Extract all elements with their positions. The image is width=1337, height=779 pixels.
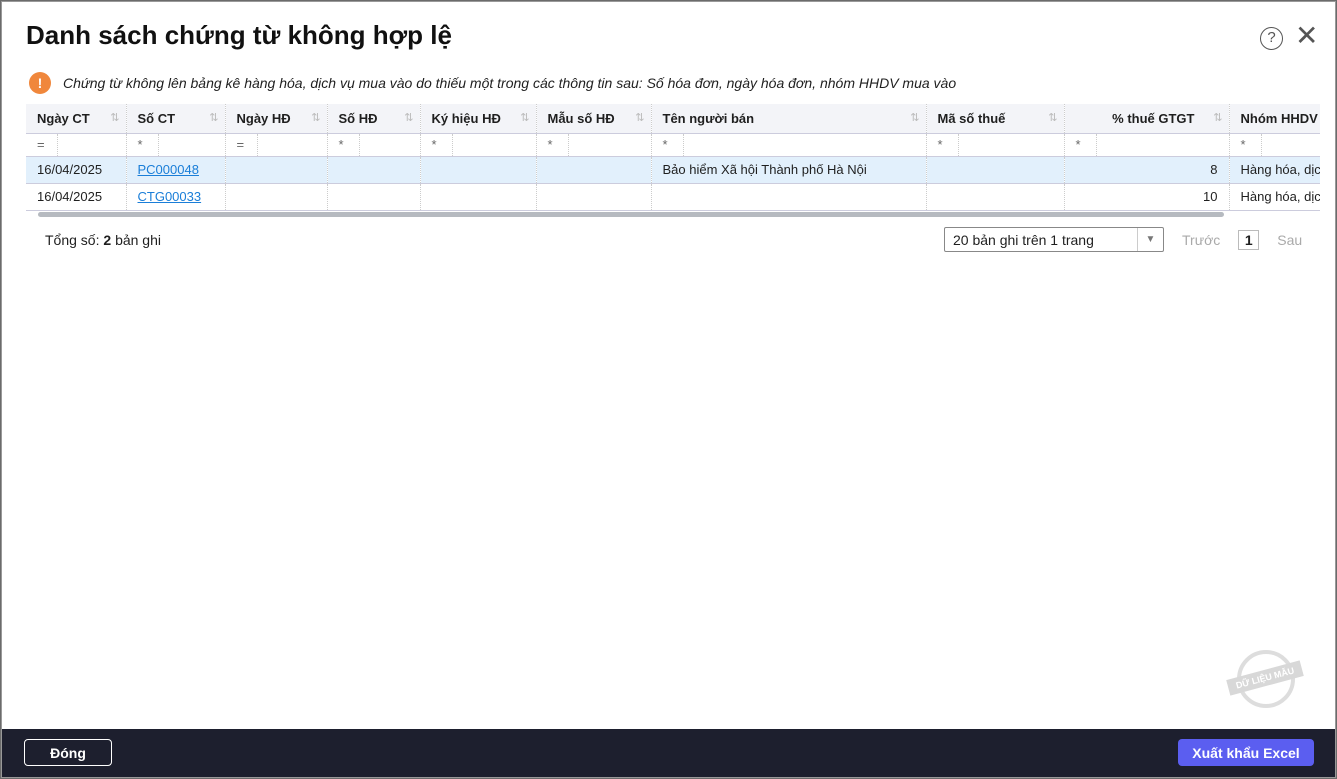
cell-nhom: Hàng hóa, dịch vụ (1229, 183, 1320, 211)
invalid-documents-dialog: Danh sách chứng từ không hợp lệ ? ✕ ! Chứ… (1, 1, 1336, 778)
column-header-so-ct[interactable]: Số CT ⇅ (126, 104, 226, 134)
export-excel-button[interactable]: Xuất khẩu Excel (1178, 739, 1314, 766)
sort-icon: ⇅ (910, 112, 920, 124)
cell-thue: 8 (1064, 156, 1230, 184)
cell-so-hd (327, 183, 421, 211)
column-header-ten-nguoi-ban[interactable]: Tên người bán ⇅ (651, 104, 927, 134)
page-size-select[interactable]: 20 bản ghi trên 1 trang ▼ (944, 227, 1164, 252)
cell-nhom: Hàng hóa, dịch vụ (1229, 156, 1320, 184)
column-header-ngay-hd[interactable]: Ngày HĐ ⇅ (225, 104, 328, 134)
filter-cell[interactable]: * (536, 133, 652, 157)
cell-so-ct: PC000048 (126, 156, 226, 184)
close-button[interactable]: Đóng (24, 739, 112, 766)
dialog-footer: Đóng Xuất khẩu Excel (2, 729, 1335, 777)
sort-icon: ⇅ (311, 112, 321, 124)
cell-ky-hieu (420, 156, 537, 184)
sort-icon: ⇅ (1048, 112, 1058, 124)
total-count: Tổng số: 2 bản ghi (45, 232, 161, 248)
column-header-so-hd[interactable]: Số HĐ ⇅ (327, 104, 421, 134)
column-header-mau-so-hd[interactable]: Mẫu số HĐ ⇅ (536, 104, 652, 134)
cell-ngay-hd (225, 156, 328, 184)
pagination: 20 bản ghi trên 1 trang ▼ Trước 1 Sau (944, 227, 1302, 252)
cell-ngay-ct: 16/04/2025 (26, 156, 127, 184)
cell-mst (926, 156, 1065, 184)
info-icon: ! (29, 72, 51, 94)
cell-mau-so (536, 183, 652, 211)
column-header-thue-gtgt[interactable]: % thuế GTGT ⇅ (1064, 104, 1230, 134)
warning-text: Chứng từ không lên bảng kê hàng hóa, dịc… (63, 75, 957, 91)
cell-mau-so (536, 156, 652, 184)
cell-ngay-hd (225, 183, 328, 211)
table-row[interactable]: 16/04/2025 CTG00033 10 Hàng hóa, dịch vụ (26, 183, 1320, 211)
sort-icon: ⇅ (110, 112, 120, 124)
column-header-nhom-hhdv[interactable]: Nhóm HHDV mua vào (1229, 104, 1320, 134)
sort-icon: ⇅ (209, 112, 219, 124)
filter-cell[interactable]: * (926, 133, 1065, 157)
filter-cell[interactable]: * (420, 133, 537, 157)
chevron-down-icon[interactable]: ▼ (1137, 228, 1163, 251)
filter-cell[interactable]: = (26, 133, 127, 157)
filter-cell[interactable]: * (1229, 133, 1320, 157)
filter-cell[interactable]: = (225, 133, 328, 157)
cell-ten-nguoi-ban (651, 183, 927, 211)
dialog-title: Danh sách chứng từ không hợp lệ (26, 20, 452, 50)
prev-page-button[interactable]: Trước (1182, 232, 1220, 248)
filter-cell[interactable]: * (651, 133, 927, 157)
cell-so-hd (327, 156, 421, 184)
cell-mst (926, 183, 1065, 211)
horizontal-scrollbar[interactable] (26, 210, 1320, 219)
column-header-ky-hieu-hd[interactable]: Ký hiệu HĐ ⇅ (420, 104, 537, 134)
sort-icon: ⇅ (404, 112, 414, 124)
sample-data-watermark: DỮ LIỆU MẪU (1226, 650, 1304, 710)
cell-ten-nguoi-ban: Bảo hiểm Xã hội Thành phố Hà Nội (651, 156, 927, 184)
column-header-ma-so-thue[interactable]: Mã số thuế ⇅ (926, 104, 1065, 134)
table-row[interactable]: 16/04/2025 PC000048 Bảo hiểm Xã hội Thàn… (26, 156, 1320, 184)
close-icon[interactable]: ✕ (1295, 22, 1318, 50)
warning-message: ! Chứng từ không lên bảng kê hàng hóa, dị… (29, 72, 956, 94)
filter-row: = * = * * * * * * * (26, 133, 1320, 157)
filter-cell[interactable]: * (1064, 133, 1230, 157)
filter-cell[interactable]: * (327, 133, 421, 157)
document-link[interactable]: PC000048 (138, 162, 199, 177)
document-link[interactable]: CTG00033 (138, 189, 202, 204)
documents-grid: Ngày CT ⇅ Số CT ⇅ Ngày HĐ ⇅ Số HĐ ⇅ Ký hiệu … (26, 104, 1320, 219)
help-icon[interactable]: ? (1260, 27, 1283, 50)
sort-icon: ⇅ (520, 112, 530, 124)
scrollbar-thumb[interactable] (38, 212, 1224, 217)
cell-ngay-ct: 16/04/2025 (26, 183, 127, 211)
next-page-button[interactable]: Sau (1277, 232, 1302, 248)
sort-icon: ⇅ (635, 112, 645, 124)
filter-cell[interactable]: * (126, 133, 226, 157)
page-number-button[interactable]: 1 (1238, 229, 1260, 250)
column-header-ngay-ct[interactable]: Ngày CT ⇅ (26, 104, 127, 134)
cell-so-ct: CTG00033 (126, 183, 226, 211)
cell-ky-hieu (420, 183, 537, 211)
sort-icon: ⇅ (1213, 112, 1223, 124)
cell-thue: 10 (1064, 183, 1230, 211)
